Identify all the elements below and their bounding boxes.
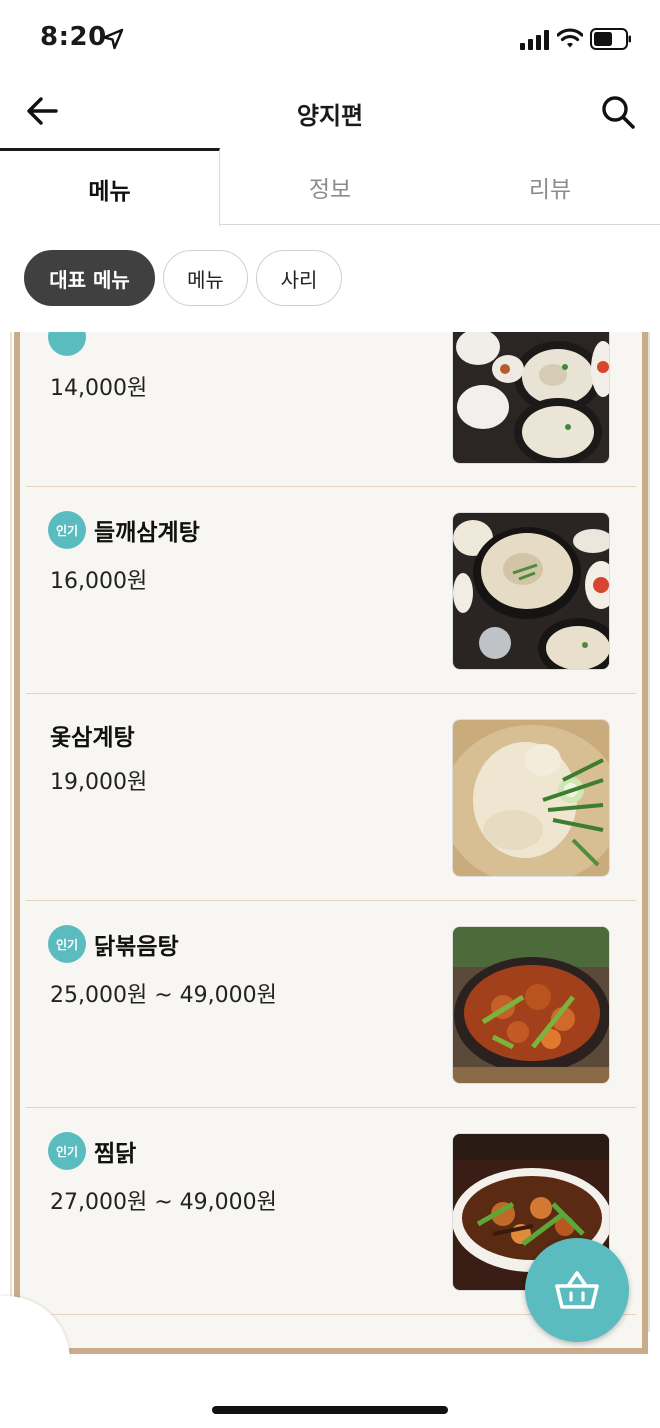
item-name-row: 인기 찜닭 [50,1134,136,1168]
popular-badge [50,332,84,354]
menu-item[interactable]: 인기 들깨삼계탕 16,000원 [26,487,636,694]
signal-icon [520,30,549,50]
item-price: 25,000원 ~ 49,000원 [50,983,277,1008]
item-name-row [50,332,94,354]
menu-item[interactable]: 14,000원 [26,332,636,487]
page-title: 양지편 [296,102,364,130]
item-name: 옻삼계탕 [50,725,135,751]
bottom-area [0,1354,660,1428]
item-price: 27,000원 ~ 49,000원 [50,1190,277,1215]
popular-badge: 인기 [50,1134,84,1168]
board-edge [648,332,650,1332]
samgyetang-set-photo[interactable] [452,332,610,464]
tab-menu[interactable]: 메뉴 [0,148,220,226]
braised-chicken-stew-photo[interactable] [452,926,610,1084]
status-time: 8:20 [40,22,107,52]
popular-badge: 인기 [50,927,84,961]
chip-menu[interactable]: 메뉴 [163,250,248,306]
home-indicator[interactable] [212,1406,448,1414]
item-price: 19,000원 [50,770,148,795]
status-bar: 8:20 [0,0,660,80]
tab-info[interactable]: 정보 [220,148,440,226]
item-name: 찜닭 [94,1141,137,1167]
tab-bar: 메뉴 정보 리뷰 [0,148,660,226]
item-name-row: 옻삼계탕 [50,718,135,752]
popular-badge: 인기 [50,513,84,547]
item-price: 16,000원 [50,569,148,594]
chip-signature-menu[interactable]: 대표 메뉴 [24,250,155,306]
lacquer-samgyetang-photo[interactable] [452,719,610,877]
basket-button[interactable] [525,1238,629,1342]
lacquer-samgyetang-image [453,720,609,876]
tab-divider [220,224,660,225]
menu-item[interactable]: 인기 닭볶음탕 25,000원 ~ 49,000원 [26,901,636,1108]
board-edge [10,332,12,1332]
item-name: 닭볶음탕 [94,934,179,960]
search-icon[interactable] [600,94,636,130]
chip-sari[interactable]: 사리 [256,250,342,306]
item-price: 14,000원 [50,376,148,401]
battery-icon [590,28,631,50]
perilla-samgyetang-image [453,513,609,669]
item-name-row: 인기 들깨삼계탕 [50,513,200,547]
wifi-icon [557,28,583,48]
tab-reviews[interactable]: 리뷰 [440,148,660,226]
item-name: 들깨삼계탕 [94,520,200,546]
item-name-row: 인기 닭볶음탕 [50,927,179,961]
samgyetang-set-image [453,332,609,463]
location-arrow-icon [102,28,124,50]
menu-board: 14,000원 인기 들깨삼계탕 16,000원 옻삼계탕 19,000원 인기… [14,332,648,1354]
category-chips: 대표 메뉴 메뉴 사리 [0,248,660,308]
basket-icon [555,1271,599,1309]
menu-item[interactable]: 옻삼계탕 19,000원 [26,694,636,901]
braised-chicken-stew-image [453,927,609,1083]
app-header: 양지편 [0,80,660,148]
perilla-samgyetang-photo[interactable] [452,512,610,670]
